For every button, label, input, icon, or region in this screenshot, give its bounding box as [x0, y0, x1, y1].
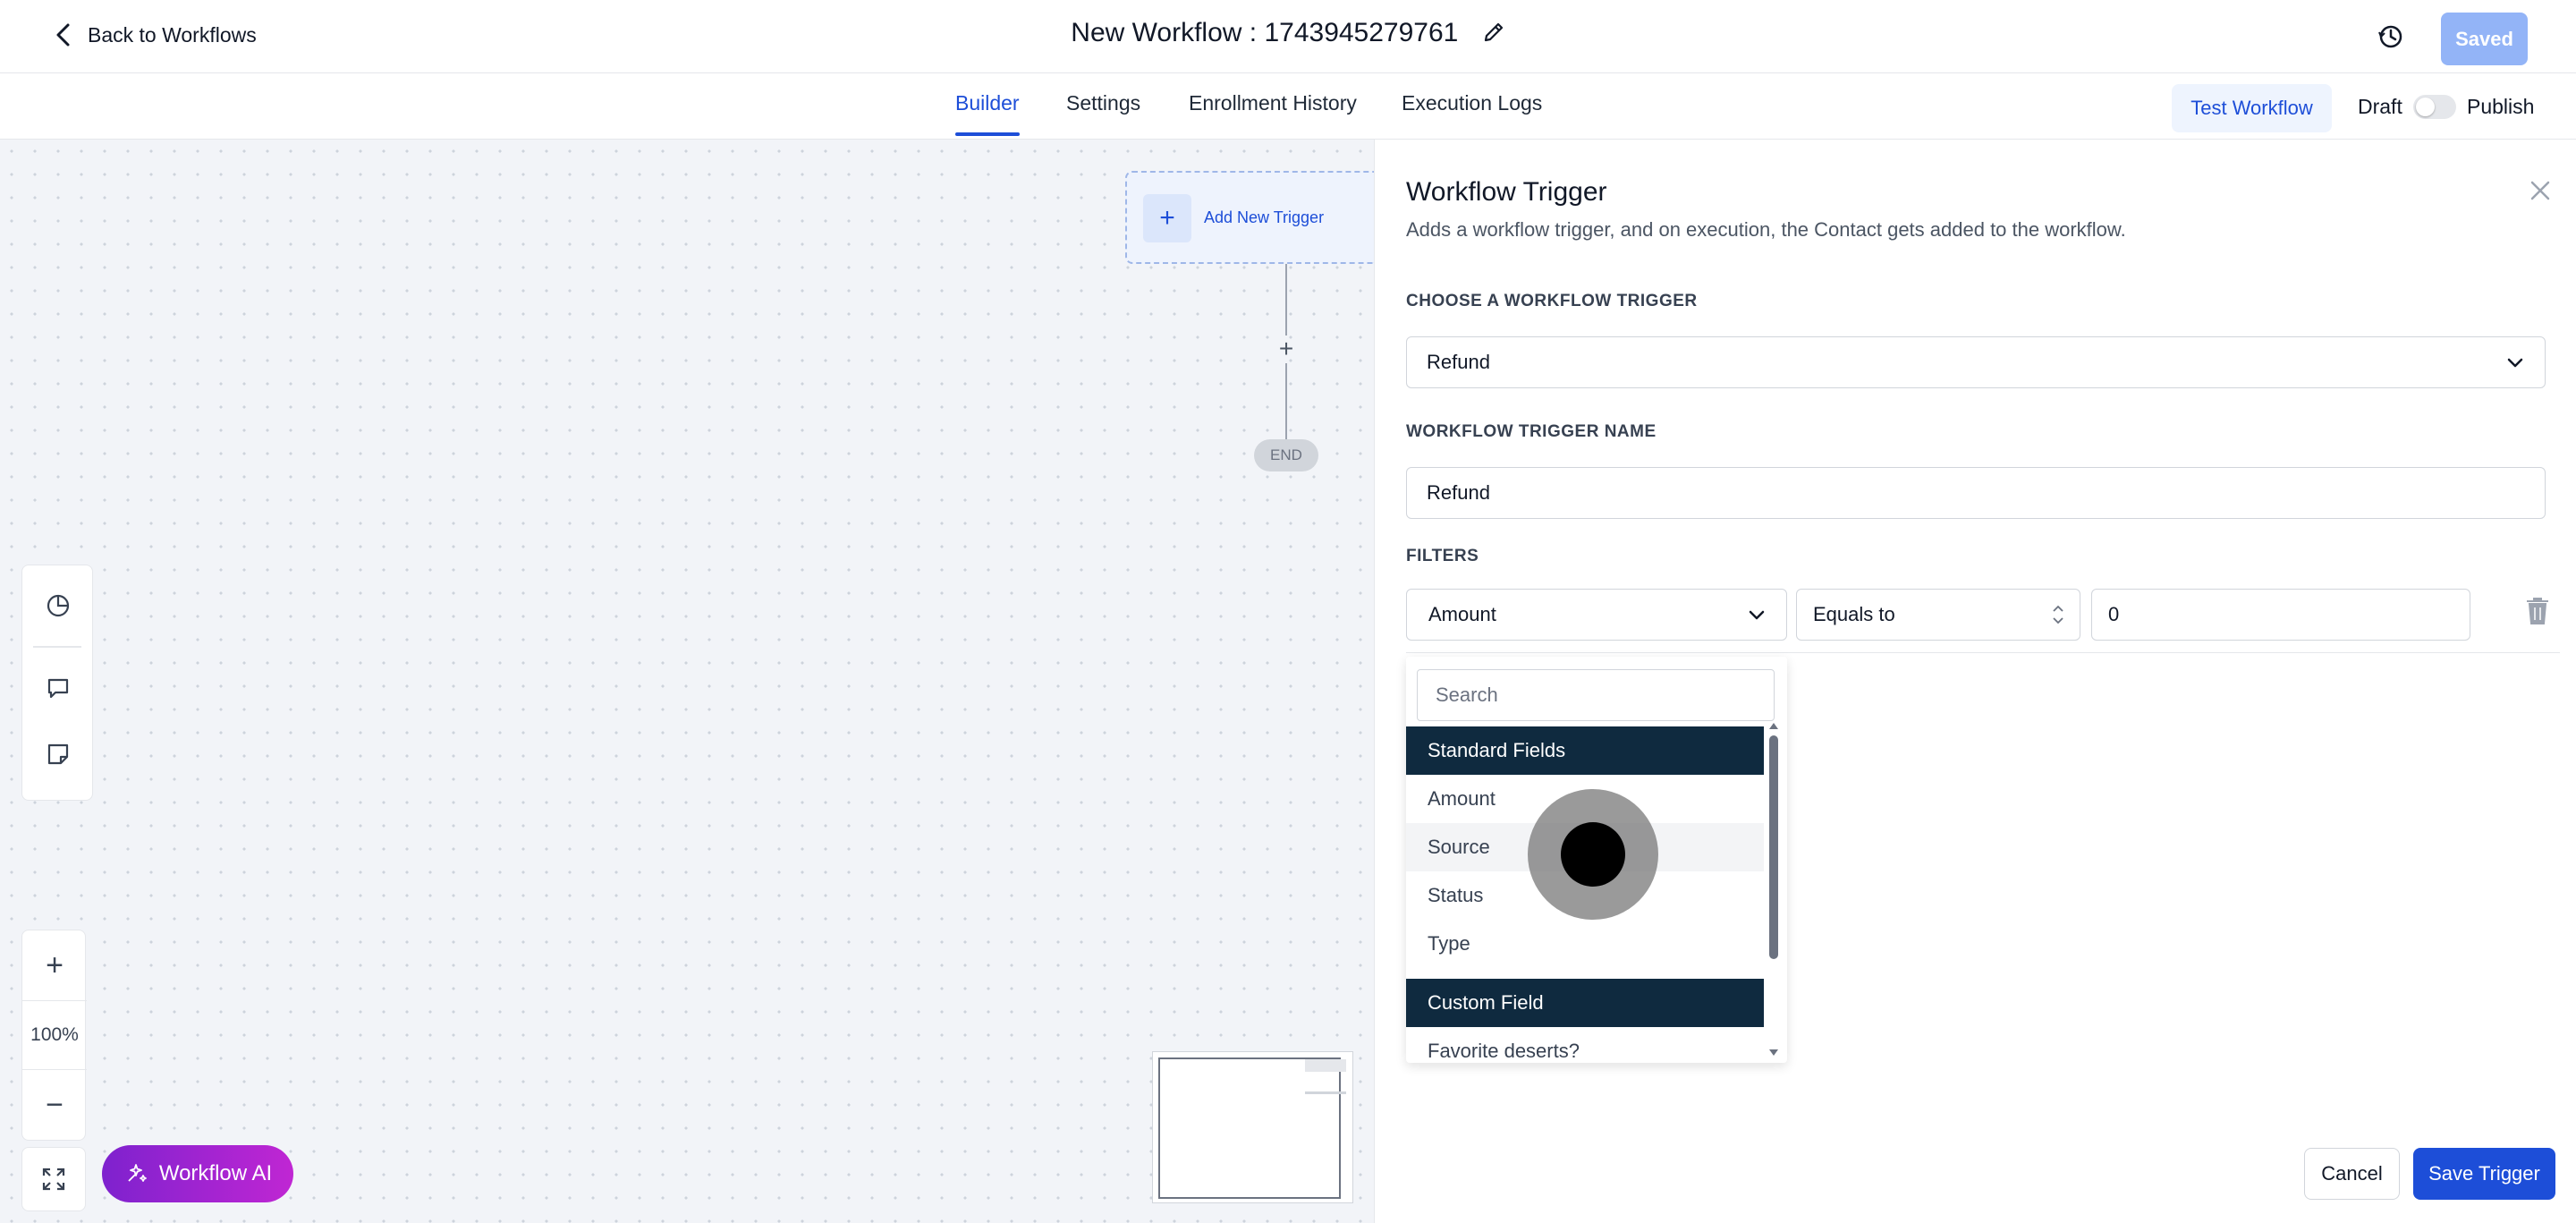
- history-icon[interactable]: [2376, 21, 2406, 52]
- cursor-pointer: [1561, 822, 1625, 887]
- filter-operator-select[interactable]: Equals to: [1796, 589, 2080, 641]
- tab-execution-logs[interactable]: Execution Logs: [1402, 91, 1542, 115]
- minimap[interactable]: [1152, 1051, 1353, 1203]
- save-trigger-button[interactable]: Save Trigger: [2413, 1148, 2555, 1200]
- zoom-controls: + 100% −: [21, 930, 87, 1141]
- workflow-title-text: New Workflow : 1743945279761: [1071, 18, 1459, 47]
- tab-enrollment-history[interactable]: Enrollment History: [1189, 91, 1357, 115]
- trigger-name-label: WORKFLOW TRIGGER NAME: [1406, 422, 1657, 441]
- connector-line: [1285, 264, 1287, 335]
- pie-chart-icon[interactable]: [45, 592, 72, 619]
- test-workflow-button[interactable]: Test Workflow: [2172, 84, 2332, 132]
- close-icon[interactable]: [2527, 177, 2554, 204]
- choose-trigger-label: CHOOSE A WORKFLOW TRIGGER: [1406, 292, 1698, 310]
- edit-pencil-icon[interactable]: [1482, 21, 1505, 44]
- connector-line: [1285, 363, 1287, 440]
- panel-title: Workflow Trigger: [1406, 177, 1607, 207]
- workflow-canvas[interactable]: + Add New Trigger + END + 100% − Workflo…: [0, 140, 1376, 1223]
- panel-subtitle: Adds a workflow trigger, and on executio…: [1406, 218, 2126, 241]
- expand-icon: [42, 1168, 65, 1191]
- filter-field-value: Amount: [1428, 603, 1496, 625]
- chevron-down-icon: [1749, 610, 1765, 620]
- publish-toggle[interactable]: [2413, 95, 2456, 119]
- minimap-viewport: [1158, 1057, 1341, 1199]
- sticky-note-icon[interactable]: [45, 741, 72, 768]
- add-new-trigger-card[interactable]: + Add New Trigger: [1125, 171, 1376, 264]
- end-node: END: [1254, 439, 1318, 471]
- filter-value-input[interactable]: 0: [2091, 589, 2470, 641]
- chevron-down-icon: [2507, 358, 2523, 368]
- plus-icon: +: [1143, 194, 1191, 242]
- filter-value: 0: [2108, 603, 2120, 625]
- trash-icon[interactable]: [2524, 596, 2551, 626]
- zoom-out-button[interactable]: −: [22, 1070, 87, 1140]
- group-header-standard-fields: Standard Fields: [1406, 726, 1764, 775]
- top-header: Back to Workflows New Workflow : 1743945…: [0, 0, 2576, 73]
- dropdown-item-type[interactable]: Type: [1406, 920, 1764, 968]
- search-placeholder: Search: [1436, 684, 1498, 706]
- add-step-plus-icon[interactable]: +: [1274, 336, 1299, 361]
- zoom-level: 100%: [22, 1000, 87, 1070]
- filter-operator-value: Equals to: [1813, 603, 1895, 625]
- trigger-panel: Workflow Trigger Adds a workflow trigger…: [1374, 140, 2576, 1223]
- filter-field-select[interactable]: Amount: [1406, 589, 1787, 641]
- trigger-select[interactable]: Refund: [1406, 336, 2546, 388]
- scroll-down-arrow-icon[interactable]: [1767, 1047, 1780, 1059]
- workflow-ai-button[interactable]: Workflow AI: [102, 1145, 293, 1202]
- add-trigger-label: Add New Trigger: [1204, 208, 1325, 226]
- draft-label: Draft: [2358, 95, 2402, 118]
- comment-icon[interactable]: [45, 675, 72, 701]
- sparkle-icon: [128, 1164, 147, 1182]
- dropdown-item-favorite-deserts[interactable]: Favorite deserts?: [1406, 1027, 1764, 1063]
- trigger-name-input[interactable]: Refund: [1406, 467, 2546, 519]
- fit-view-button[interactable]: [21, 1147, 86, 1211]
- tabs-bar: Builder Settings Enrollment History Exec…: [0, 73, 2576, 140]
- group-header-custom-field: Custom Field: [1406, 979, 1764, 1027]
- trigger-name-value: Refund: [1427, 481, 1490, 504]
- dropdown-search-input[interactable]: Search: [1417, 669, 1775, 721]
- scroll-up-arrow-icon[interactable]: [1767, 719, 1780, 732]
- publish-label: Publish: [2467, 95, 2535, 118]
- cancel-button[interactable]: Cancel: [2304, 1148, 2400, 1200]
- minimap-node: [1305, 1059, 1346, 1072]
- tab-builder[interactable]: Builder: [955, 91, 1020, 136]
- zoom-in-button[interactable]: +: [22, 930, 87, 1000]
- tab-settings[interactable]: Settings: [1066, 91, 1140, 115]
- scrollbar-thumb[interactable]: [1769, 735, 1778, 959]
- dropdown-scrollbar[interactable]: [1767, 719, 1780, 1059]
- trigger-select-value: Refund: [1427, 351, 1490, 373]
- workflow-ai-label: Workflow AI: [158, 1161, 273, 1185]
- filters-label: FILTERS: [1406, 547, 1479, 565]
- saved-button[interactable]: Saved: [2441, 13, 2528, 65]
- sort-arrows-icon: [2053, 605, 2063, 624]
- workflow-title: New Workflow : 1743945279761: [0, 18, 2576, 48]
- minimap-node: [1305, 1091, 1346, 1094]
- filter-row: Amount Equals to 0: [1406, 589, 2560, 653]
- toolbar-divider: [33, 646, 81, 648]
- canvas-toolbar: [21, 565, 93, 801]
